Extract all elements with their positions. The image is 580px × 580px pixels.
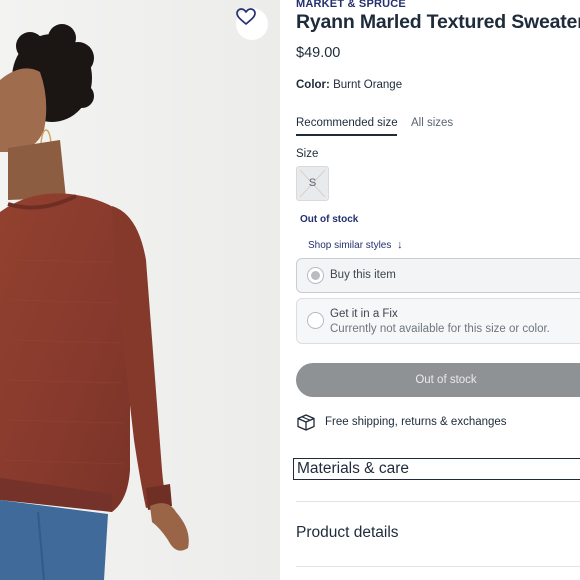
purchase-option-fix[interactable]: Get it in a Fix Currently not available … — [296, 298, 580, 344]
purchase-option-buy[interactable]: Buy this item — [296, 258, 580, 293]
box-icon — [297, 414, 315, 431]
product-price: $49.00 — [296, 45, 341, 61]
radio-button[interactable] — [307, 312, 324, 329]
active-tab-indicator — [296, 134, 397, 136]
heart-icon — [236, 8, 256, 25]
size-option-label: S — [308, 177, 317, 189]
product-title: Ryann Marled Textured Sweater — [296, 11, 580, 33]
option-title: Get it in a Fix — [330, 308, 398, 320]
option-title: Buy this item — [330, 269, 396, 281]
shipping-text: Free shipping, returns & exchanges — [325, 416, 507, 428]
brand-name[interactable]: MARKET & SPRUCE — [296, 0, 406, 10]
divider — [296, 501, 580, 502]
shipping-info: Free shipping, returns & exchanges — [296, 412, 580, 432]
accordion-title: Product details — [296, 524, 399, 541]
out-of-stock-note: Out of stock — [300, 214, 359, 225]
accordion-title: Materials & care — [297, 460, 409, 477]
tab-recommended-size[interactable]: Recommended size — [296, 117, 398, 129]
model-illustration — [0, 0, 280, 580]
radio-button[interactable] — [307, 267, 324, 284]
add-to-cart-button[interactable]: Out of stock — [296, 363, 580, 397]
favorite-button[interactable] — [236, 8, 268, 40]
accordion-product-details[interactable]: Product details — [293, 520, 580, 546]
arrow-down-icon: ↓ — [397, 239, 403, 251]
product-details-panel: MARKET & SPRUCE Ryann Marled Textured Sw… — [293, 0, 580, 580]
size-tabs: Recommended size All sizes — [296, 117, 580, 139]
shop-similar-label: Shop similar styles — [308, 240, 392, 251]
shop-similar-link[interactable]: Shop similar styles ↓ — [308, 239, 403, 251]
size-label: Size — [296, 148, 319, 160]
color-label: Color: — [296, 79, 330, 91]
size-option-s[interactable]: S — [296, 166, 329, 201]
accordion-materials-care[interactable]: Materials & care — [293, 458, 580, 480]
product-image — [0, 0, 280, 580]
tab-all-sizes[interactable]: All sizes — [411, 117, 453, 129]
option-subtitle: Currently not available for this size or… — [330, 323, 550, 335]
color-info: Color: Burnt Orange — [296, 79, 402, 91]
divider — [296, 566, 580, 567]
color-value: Burnt Orange — [333, 79, 403, 91]
